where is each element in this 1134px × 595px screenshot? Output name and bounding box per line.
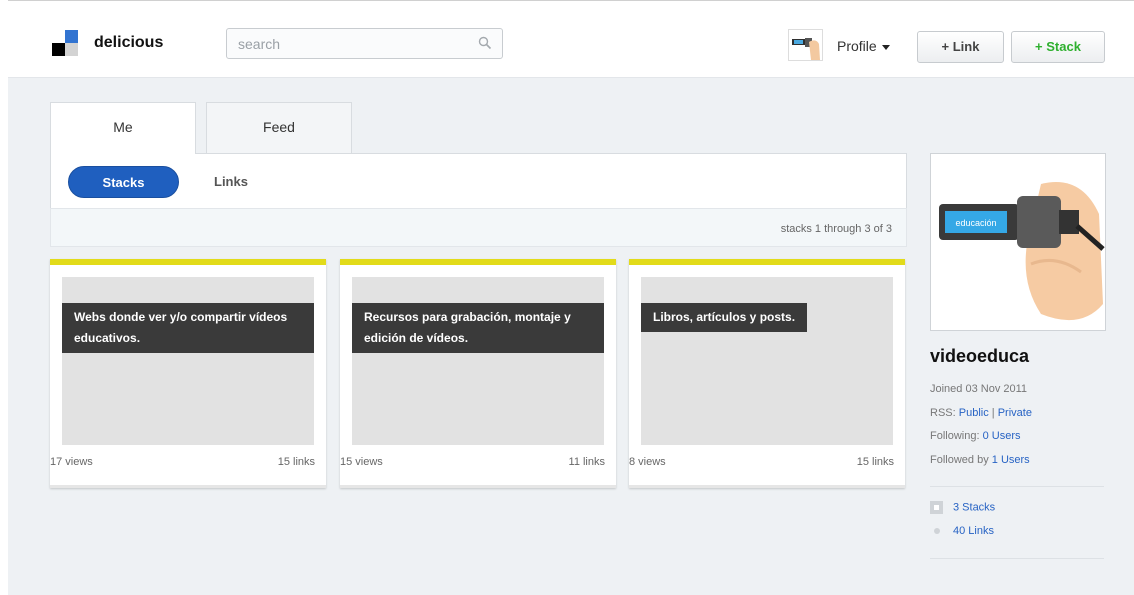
stack-card[interactable]: Webs donde ver y/o compartir vídeos educ…: [50, 259, 326, 488]
tab-feed[interactable]: Feed: [206, 102, 352, 153]
divider: [930, 486, 1104, 487]
stack-links-count: 15 links: [856, 456, 894, 468]
following-link[interactable]: 0 Users: [983, 430, 1021, 442]
stacks-count-link[interactable]: 3 Stacks: [953, 501, 995, 513]
result-count: stacks 1 through 3 of 3: [780, 223, 892, 235]
subtab-panel: Stacks Links: [50, 153, 907, 209]
avatar-caption: educación: [955, 218, 996, 228]
rss-links: RSS: Public | Private: [930, 407, 1032, 419]
video-camera-hand-icon: educación: [939, 182, 1105, 321]
stack-views: 17 views: [50, 456, 93, 468]
subtab-links[interactable]: Links: [214, 174, 248, 189]
followed-label: Followed by: [930, 454, 989, 466]
username: videoeduca: [930, 346, 1030, 366]
rss-separator: |: [991, 407, 995, 419]
link-dot-icon: [934, 528, 940, 535]
subtab-stacks[interactable]: Stacks: [68, 166, 179, 198]
rss-public-link[interactable]: Public: [959, 407, 989, 419]
user-avatar[interactable]: educación: [930, 153, 1106, 331]
divider: [930, 558, 1104, 559]
stack-links-count: 15 links: [277, 456, 315, 468]
top-border: [8, 0, 1134, 1]
stack-title[interactable]: Webs donde ver y/o compartir vídeos educ…: [62, 303, 314, 353]
following: Following: 0 Users: [930, 430, 1021, 442]
stack-views: 15 views: [340, 456, 383, 468]
stack-card[interactable]: Libros, artículos y posts. 8 views 15 li…: [629, 259, 905, 488]
rss-label: RSS:: [930, 407, 956, 419]
links-stat: 40 Links: [930, 525, 994, 537]
stack-title[interactable]: Recursos para grabación, montaje y edici…: [352, 303, 604, 353]
stack-title[interactable]: Libros, artículos y posts.: [641, 303, 808, 332]
followed-link[interactable]: 1 Users: [992, 454, 1030, 466]
rss-private-link[interactable]: Private: [998, 407, 1032, 419]
joined-date: Joined 03 Nov 2011: [930, 383, 1028, 395]
result-count-bar: stacks 1 through 3 of 3: [50, 208, 907, 247]
tab-me[interactable]: Me: [50, 102, 196, 154]
stacks-stat: 3 Stacks: [930, 501, 995, 514]
stack-views: 8 views: [629, 456, 666, 468]
followed-by: Followed by 1 Users: [930, 454, 1030, 466]
stack-links-count: 11 links: [568, 456, 605, 468]
stack-square-icon: [930, 501, 943, 514]
following-label: Following:: [930, 430, 980, 442]
content-layer: Me Feed Stacks Links stacks 1 through 3 …: [8, 9, 1134, 595]
stack-card[interactable]: Recursos para grabación, montaje y edici…: [340, 259, 616, 488]
links-count-link[interactable]: 40 Links: [953, 525, 994, 537]
